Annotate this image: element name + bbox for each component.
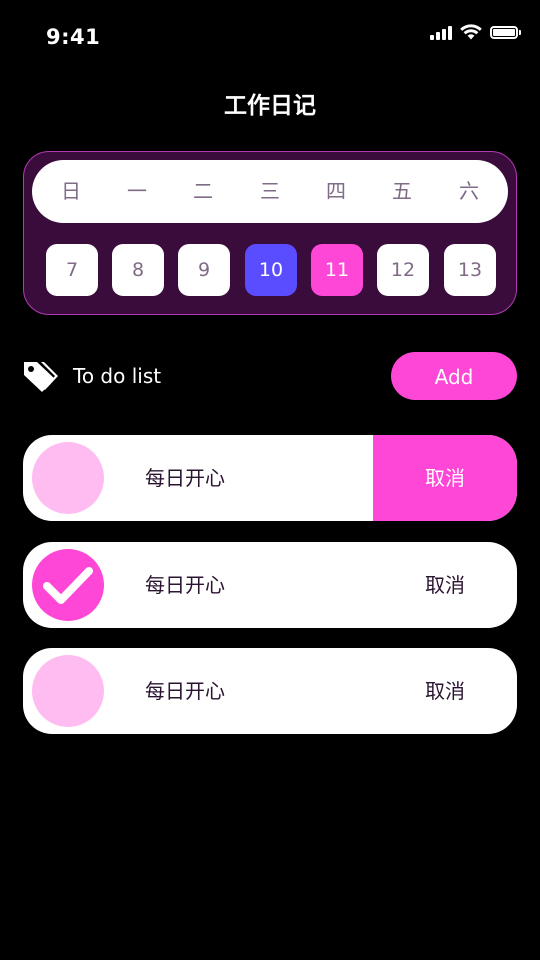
- weekday-label: 六: [459, 179, 479, 203]
- day-tile[interactable]: 7: [46, 244, 98, 296]
- cellular-signal-icon: [430, 24, 452, 40]
- day-tile[interactable]: 13: [444, 244, 496, 296]
- weekday-label: 二: [193, 179, 213, 203]
- status-bar: 9:41: [0, 0, 540, 76]
- todo-item[interactable]: 每日开心 取消: [23, 435, 517, 521]
- todo-item[interactable]: 每日开心 取消: [23, 542, 517, 628]
- cancel-button[interactable]: 取消: [373, 542, 517, 628]
- add-button[interactable]: Add: [391, 352, 517, 400]
- day-tile[interactable]: 9: [178, 244, 230, 296]
- day-tile[interactable]: 8: [112, 244, 164, 296]
- weekday-label: 日: [61, 179, 81, 203]
- todo-item-text: 每日开心: [145, 466, 225, 490]
- weekday-label: 四: [326, 179, 346, 203]
- week-calendar: 日 一 二 三 四 五 六 7 8 9 10 11 12 13: [23, 151, 517, 315]
- day-tile-today[interactable]: 11: [311, 244, 363, 296]
- weekday-label: 五: [392, 179, 412, 203]
- weekday-label: 三: [260, 179, 280, 203]
- weekday-bar: 日 一 二 三 四 五 六: [32, 160, 508, 223]
- tag-icon: [24, 362, 58, 392]
- app-screen: 9:41 工作日记 日 一 二 三 四 五 六 7 8 9 10 11 12 1…: [0, 0, 540, 960]
- todo-item-text: 每日开心: [145, 573, 225, 597]
- cancel-button[interactable]: 取消: [373, 435, 517, 521]
- battery-icon: [490, 25, 521, 39]
- todo-checkbox[interactable]: [32, 442, 104, 514]
- checkmark-icon: [43, 567, 93, 604]
- todo-item[interactable]: 每日开心 取消: [23, 648, 517, 734]
- day-tile[interactable]: 12: [377, 244, 429, 296]
- todo-checkbox-checked[interactable]: [32, 549, 104, 621]
- wifi-icon: [460, 24, 482, 40]
- day-tile-selected[interactable]: 10: [245, 244, 297, 296]
- todo-checkbox[interactable]: [32, 655, 104, 727]
- todo-list-label: To do list: [73, 364, 162, 388]
- page-title: 工作日记: [224, 93, 316, 119]
- weekday-label: 一: [127, 179, 147, 203]
- status-time: 9:41: [46, 25, 101, 49]
- status-icons: [430, 24, 521, 40]
- cancel-button[interactable]: 取消: [373, 648, 517, 734]
- todo-item-text: 每日开心: [145, 679, 225, 703]
